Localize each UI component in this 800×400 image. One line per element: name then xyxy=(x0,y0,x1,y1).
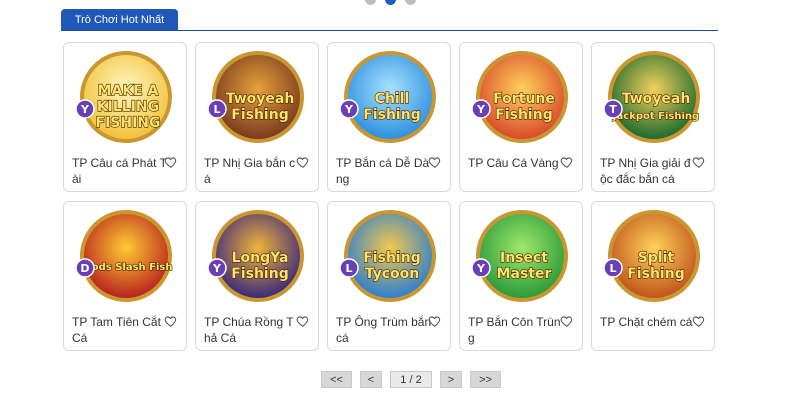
carousel-dots xyxy=(365,0,416,5)
game-thumbnail[interactable]: MAKE A KILLING FISHING Y xyxy=(72,49,180,147)
game-logo-text: Master xyxy=(497,266,552,282)
favorite-heart-icon[interactable] xyxy=(296,314,310,328)
carousel-dot[interactable] xyxy=(365,0,376,5)
pagination: << < 1 / 2 > >> xyxy=(321,371,501,388)
game-logo-text: Fishing xyxy=(231,266,288,282)
game-card[interactable]: Split Fishing L TP Chặt chém cá xyxy=(591,201,715,351)
game-card[interactable]: Insect Master Y TP Bắn Côn Trùng xyxy=(459,201,583,351)
game-logo-text: Jackpot Fishing xyxy=(612,111,699,122)
carousel-dot[interactable] xyxy=(405,0,416,5)
game-logo-text: KILLING xyxy=(97,99,159,115)
next-page-button[interactable]: > xyxy=(440,371,462,388)
game-logo-text: Twoyeah xyxy=(226,91,295,107)
game-name[interactable]: TP Chúa Rồng Thả Cá xyxy=(204,314,300,346)
game-logo-text: Split xyxy=(638,250,675,266)
provider-badge-letter: T xyxy=(609,103,617,116)
favorite-heart-icon[interactable] xyxy=(296,155,310,169)
game-logo-text: LongYa xyxy=(232,250,289,266)
game-name[interactable]: TP Nhị Gia giải độc đắc bắn cá xyxy=(600,155,696,187)
game-logo-text: Fishing xyxy=(363,107,420,123)
game-name[interactable]: TP Chặt chém cá xyxy=(600,314,696,330)
favorite-heart-icon[interactable] xyxy=(560,155,574,169)
provider-badge-letter: Y xyxy=(212,262,222,275)
game-logo-text: Fishing xyxy=(363,250,420,266)
section-divider xyxy=(61,30,718,31)
game-logo-text: FISHING xyxy=(96,115,161,131)
favorite-heart-icon[interactable] xyxy=(164,314,178,328)
provider-badge-letter: Y xyxy=(476,103,486,116)
game-card[interactable]: Twoyeah Jackpot Fishing T TP Nhị Gia giải đ… xyxy=(591,42,715,192)
game-logo-text: Fishing xyxy=(231,107,288,123)
favorite-heart-icon[interactable] xyxy=(428,155,442,169)
provider-badge-letter: L xyxy=(213,103,220,116)
favorite-heart-icon[interactable] xyxy=(692,314,706,328)
game-thumbnail[interactable]: Insect Master Y xyxy=(468,208,576,306)
favorite-heart-icon[interactable] xyxy=(164,155,178,169)
provider-badge-letter: Y xyxy=(476,262,486,275)
game-logo-text: Fishing xyxy=(627,266,684,282)
game-logo-text: Insect xyxy=(500,250,548,266)
game-logo-text: Gods Slash Fish xyxy=(84,262,173,273)
game-thumbnail[interactable]: Twoyeah Jackpot Fishing T xyxy=(600,49,708,147)
game-name[interactable]: TP Ông Trùm bắn cá xyxy=(336,314,432,346)
game-thumbnail[interactable]: Chill Fishing Y xyxy=(336,49,444,147)
provider-badge-letter: L xyxy=(609,262,616,275)
game-card[interactable]: Twoyeah Fishing L TP Nhị Gia bắn cá xyxy=(195,42,319,192)
game-grid: MAKE A KILLING FISHING Y TP Câu cá Phát Tài T… xyxy=(63,42,715,351)
game-thumbnail[interactable]: Gods Slash Fish D xyxy=(72,208,180,306)
game-logo-text: Twoyeah xyxy=(622,91,691,107)
game-name[interactable]: TP Bắn Côn Trùng xyxy=(468,314,564,346)
carousel-dot-active[interactable] xyxy=(385,0,396,5)
game-card[interactable]: Gods Slash Fish D TP Tam Tiên Cắt Cá xyxy=(63,201,187,351)
game-name[interactable]: TP Nhị Gia bắn cá xyxy=(204,155,300,187)
game-name[interactable]: TP Câu cá Phát Tài xyxy=(72,155,168,187)
provider-badge-letter: Y xyxy=(80,103,90,116)
game-thumbnail[interactable]: Fishing Tycoon L xyxy=(336,208,444,306)
game-thumbnail[interactable]: LongYa Fishing Y xyxy=(204,208,312,306)
game-card[interactable]: LongYa Fishing Y TP Chúa Rồng Thả Cá xyxy=(195,201,319,351)
game-logo-text: MAKE A xyxy=(98,83,159,99)
prev-page-button[interactable]: < xyxy=(360,371,382,388)
game-card[interactable]: MAKE A KILLING FISHING Y TP Câu cá Phát Tài xyxy=(63,42,187,192)
first-page-button[interactable]: << xyxy=(321,371,352,388)
provider-badge-letter: L xyxy=(345,262,352,275)
favorite-heart-icon[interactable] xyxy=(428,314,442,328)
page-status: 1 / 2 xyxy=(390,371,432,388)
game-logo-text: Fortune xyxy=(493,91,555,107)
game-name[interactable]: TP Bắn cá Dễ Dàng xyxy=(336,155,432,187)
game-card[interactable]: Fortune Fishing Y TP Câu Cá Vàng xyxy=(459,42,583,192)
game-name[interactable]: TP Câu Cá Vàng xyxy=(468,155,564,171)
game-card[interactable]: Fishing Tycoon L TP Ông Trùm bắn cá xyxy=(327,201,451,351)
last-page-button[interactable]: >> xyxy=(470,371,501,388)
game-thumbnail[interactable]: Fortune Fishing Y xyxy=(468,49,576,147)
game-name[interactable]: TP Tam Tiên Cắt Cá xyxy=(72,314,168,346)
game-logo-text: Fishing xyxy=(495,107,552,123)
game-logo-text: Chill xyxy=(375,91,410,107)
favorite-heart-icon[interactable] xyxy=(692,155,706,169)
game-thumbnail[interactable]: Twoyeah Fishing L xyxy=(204,49,312,147)
provider-badge-letter: D xyxy=(80,262,89,275)
game-logo-text: Tycoon xyxy=(365,266,420,282)
favorite-heart-icon[interactable] xyxy=(560,314,574,328)
tab-hot-games[interactable]: Trò Chơi Hot Nhất xyxy=(61,9,178,31)
game-thumbnail[interactable]: Split Fishing L xyxy=(600,208,708,306)
game-card[interactable]: Chill Fishing Y TP Bắn cá Dễ Dàng xyxy=(327,42,451,192)
provider-badge-letter: Y xyxy=(344,103,354,116)
